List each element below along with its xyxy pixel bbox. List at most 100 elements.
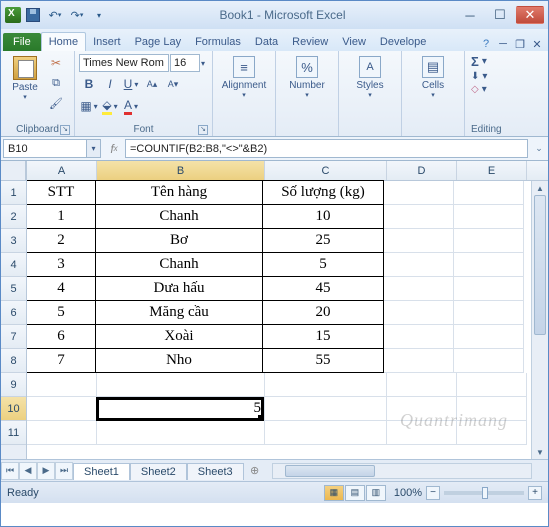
row-header[interactable]: 10 xyxy=(1,397,26,421)
cell[interactable] xyxy=(384,205,454,229)
cell[interactable] xyxy=(454,181,524,205)
tab-view[interactable]: View xyxy=(335,33,373,51)
col-header[interactable]: E xyxy=(457,161,527,180)
sheet-tab[interactable]: Sheet1 xyxy=(73,463,130,480)
tab-developer[interactable]: Develope xyxy=(373,33,433,51)
row-header[interactable]: 7 xyxy=(1,325,26,349)
vertical-scrollbar[interactable]: ▲ ▼ xyxy=(531,181,548,459)
hscroll-thumb[interactable] xyxy=(285,465,375,477)
formula-input[interactable]: =COUNTIF(B2:B8,"<>"&B2) xyxy=(125,139,528,158)
cell[interactable] xyxy=(387,373,457,397)
cell[interactable]: 3 xyxy=(27,252,96,277)
row-header[interactable]: 9 xyxy=(1,373,26,397)
new-sheet-button[interactable]: ⊕ xyxy=(244,464,266,477)
sheet-nav-last[interactable]: ⏭ xyxy=(55,462,73,480)
cell[interactable] xyxy=(454,229,524,253)
zoom-level[interactable]: 100% xyxy=(394,487,422,499)
cell[interactable]: STT xyxy=(27,180,96,205)
undo-button[interactable]: ↶▾ xyxy=(45,5,65,25)
row-header[interactable]: 11 xyxy=(1,421,26,445)
minimize-button[interactable]: ─ xyxy=(456,6,484,24)
cell[interactable] xyxy=(265,397,387,421)
font-name-combo[interactable]: Times New Rom xyxy=(79,54,169,72)
row-header[interactable]: 3 xyxy=(1,229,26,253)
autosum-button[interactable]: ▾ xyxy=(471,54,502,69)
cell[interactable]: Chanh xyxy=(95,204,263,229)
cell[interactable] xyxy=(384,301,454,325)
page-break-view-button[interactable]: ▥ xyxy=(366,485,386,501)
row-header[interactable]: 4 xyxy=(1,253,26,277)
sheet-nav-next[interactable]: ▶ xyxy=(37,462,55,480)
number-format-button[interactable]: %Number▾ xyxy=(280,54,334,99)
cell[interactable]: Bơ xyxy=(95,228,263,253)
cell[interactable]: 5 xyxy=(262,252,384,277)
shrink-font-button[interactable]: A▾ xyxy=(163,74,183,94)
scroll-thumb[interactable] xyxy=(534,195,546,335)
italic-button[interactable]: I xyxy=(100,74,120,94)
cell-b10[interactable]: 5 xyxy=(97,397,265,421)
cell[interactable] xyxy=(387,397,457,421)
tab-page-layout[interactable]: Page Lay xyxy=(128,33,188,51)
sheet-tab[interactable]: Sheet2 xyxy=(130,463,187,480)
cell[interactable]: 55 xyxy=(262,348,384,373)
save-button[interactable] xyxy=(23,5,43,25)
cell[interactable] xyxy=(384,229,454,253)
cell[interactable] xyxy=(454,277,524,301)
cell[interactable] xyxy=(384,253,454,277)
scroll-up-icon[interactable]: ▲ xyxy=(532,181,548,195)
sheet-tab[interactable]: Sheet3 xyxy=(187,463,244,480)
cell[interactable]: 6 xyxy=(27,324,96,349)
grow-font-button[interactable]: A▴ xyxy=(142,74,162,94)
cell[interactable]: Số lượng (kg) xyxy=(262,180,384,205)
cell[interactable] xyxy=(454,349,524,373)
cell[interactable]: 7 xyxy=(27,348,96,373)
cell[interactable] xyxy=(27,397,97,421)
cell[interactable]: 20 xyxy=(262,300,384,325)
cell[interactable] xyxy=(384,181,454,205)
cell[interactable]: Dưa hấu xyxy=(95,276,263,301)
borders-button[interactable]: ▦ xyxy=(79,96,99,116)
cut-button[interactable] xyxy=(47,54,65,72)
row-header[interactable]: 2 xyxy=(1,205,26,229)
cell[interactable]: 5 xyxy=(27,300,96,325)
fill-color-button[interactable]: ⬙ xyxy=(100,96,120,116)
formula-expand-icon[interactable]: ⌄ xyxy=(530,137,548,160)
cell[interactable]: 45 xyxy=(262,276,384,301)
zoom-out-button[interactable]: − xyxy=(426,486,440,500)
format-painter-button[interactable] xyxy=(47,94,65,112)
doc-minimize-button[interactable]: ─ xyxy=(496,38,510,51)
cell[interactable] xyxy=(454,301,524,325)
clear-button[interactable]: ▾ xyxy=(471,84,502,95)
help-icon[interactable]: ? xyxy=(479,38,493,51)
bold-button[interactable]: B xyxy=(79,74,99,94)
cell[interactable]: Tên hàng xyxy=(95,180,263,205)
col-header[interactable]: A xyxy=(27,161,97,180)
cell[interactable]: Măng cầu xyxy=(95,300,263,325)
cell[interactable]: 25 xyxy=(262,228,384,253)
tab-review[interactable]: Review xyxy=(285,33,335,51)
cell[interactable] xyxy=(265,421,387,445)
row-header[interactable]: 5 xyxy=(1,277,26,301)
sheet-nav-prev[interactable]: ◀ xyxy=(19,462,37,480)
scroll-down-icon[interactable]: ▼ xyxy=(532,445,548,459)
col-header[interactable]: B xyxy=(97,161,265,180)
cell[interactable] xyxy=(265,373,387,397)
doc-restore-button[interactable]: ❐ xyxy=(513,38,527,51)
cell[interactable]: 2 xyxy=(27,228,96,253)
cell[interactable] xyxy=(454,205,524,229)
maximize-button[interactable]: ☐ xyxy=(486,6,514,24)
cell[interactable] xyxy=(384,325,454,349)
file-tab[interactable]: File xyxy=(3,33,41,51)
cell[interactable]: 10 xyxy=(262,204,384,229)
font-color-button[interactable]: A xyxy=(121,96,141,116)
font-dialog-icon[interactable]: ↘ xyxy=(198,125,208,135)
name-box-dropdown-icon[interactable]: ▾ xyxy=(86,140,100,157)
cell[interactable] xyxy=(97,421,265,445)
doc-close-button[interactable]: ✕ xyxy=(530,38,544,51)
styles-button[interactable]: AStyles▾ xyxy=(343,54,397,99)
copy-button[interactable] xyxy=(47,74,65,92)
name-box[interactable]: B10 ▾ xyxy=(3,139,101,158)
cell[interactable]: Chanh xyxy=(95,252,263,277)
normal-view-button[interactable]: ▦ xyxy=(324,485,344,501)
cells-button[interactable]: ▤Cells▾ xyxy=(406,54,460,99)
